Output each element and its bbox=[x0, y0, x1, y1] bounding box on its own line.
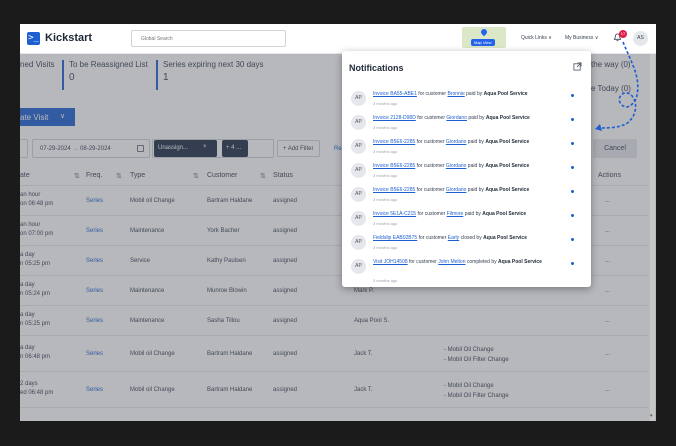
notification-avatar: AP bbox=[351, 187, 366, 202]
notification-avatar: AP bbox=[351, 163, 366, 178]
notification-item[interactable]: AP Visit JOH14508 for customer John Melto… bbox=[342, 257, 591, 283]
notification-item[interactable]: AP Invoice B5E6-2285 for customer Giordan… bbox=[342, 137, 591, 161]
device-frame: >_ Kickstart Global Search Map View Quic… bbox=[0, 0, 676, 446]
customer-link[interactable]: Bronnie bbox=[448, 91, 465, 97]
notification-link[interactable]: Invoice BA55-ABE1 bbox=[373, 91, 417, 97]
notification-link[interactable]: Invoice 2128-D98D bbox=[373, 115, 416, 121]
customer-link[interactable]: Early bbox=[448, 235, 459, 241]
scrollbar[interactable] bbox=[650, 54, 655, 421]
scroll-down-icon[interactable]: ▾ bbox=[650, 413, 653, 419]
notification-actor: Aqua Pool Service bbox=[485, 187, 530, 193]
app-name[interactable]: Kickstart bbox=[45, 32, 92, 44]
notification-actor: Aqua Pool Service bbox=[485, 163, 530, 169]
notification-item[interactable]: AP Invoice 5E1A-C215 for customer Filmore… bbox=[342, 209, 591, 233]
quick-links-menu[interactable]: Quick Links ∨ bbox=[521, 35, 552, 41]
notification-avatar: AP bbox=[351, 259, 366, 274]
customer-link[interactable]: Giordano bbox=[446, 139, 467, 145]
notifications-title: Notifications bbox=[349, 63, 404, 73]
notification-avatar: AP bbox=[351, 91, 366, 106]
notification-item[interactable]: AP Invoice 2128-D98D for customer Giordan… bbox=[342, 113, 591, 137]
notification-link[interactable]: Fieldslip EAB02B75 bbox=[373, 235, 417, 241]
customer-link[interactable]: Giordano bbox=[446, 187, 467, 193]
unread-dot-icon bbox=[571, 214, 574, 217]
notification-text: Fieldslip EAB02B75 for customer Early cl… bbox=[373, 235, 527, 241]
notification-actor: Aqua Pool Service bbox=[483, 235, 527, 241]
notification-actor: Aqua Pool Service bbox=[485, 115, 530, 121]
notification-item[interactable]: AP Invoice BA55-ABE1 for customer Bronnie… bbox=[342, 89, 591, 113]
notification-link[interactable]: Invoice B5E6-2285 bbox=[373, 139, 415, 145]
my-business-menu[interactable]: My Business ∨ bbox=[565, 35, 598, 41]
top-bar: >_ Kickstart Global Search Map View Quic… bbox=[20, 24, 656, 54]
user-avatar[interactable]: AS bbox=[633, 31, 648, 46]
notification-time: 3 months ago bbox=[373, 149, 398, 154]
notification-avatar: AP bbox=[351, 115, 366, 130]
notification-link[interactable]: Invoice B5E6-2285 bbox=[373, 163, 415, 169]
app-screen: >_ Kickstart Global Search Map View Quic… bbox=[20, 24, 656, 421]
notification-time: 3 months ago bbox=[373, 278, 398, 283]
unread-dot-icon bbox=[571, 190, 574, 193]
notification-text: Invoice B5E6-2285 for customer Giordano … bbox=[373, 163, 530, 169]
notification-text: Invoice 5E1A-C215 for customer Filmore p… bbox=[373, 211, 527, 217]
notification-actor: Aqua Pool Service bbox=[483, 91, 528, 97]
notification-text: Visit JOH14508 for customer John Melton … bbox=[373, 259, 542, 265]
notification-avatar: AP bbox=[351, 139, 366, 154]
notification-item[interactable]: AP Invoice B5E6-2285 for customer Giordan… bbox=[342, 185, 591, 209]
notification-actor: Aqua Pool Service bbox=[482, 211, 527, 217]
notification-count-badge: 17 bbox=[619, 30, 627, 38]
notification-item[interactable]: AP Invoice B5E6-2285 for customer Giordan… bbox=[342, 161, 591, 185]
notification-link[interactable]: Invoice B5E6-2285 bbox=[373, 187, 415, 193]
notification-time: 3 months ago bbox=[373, 197, 398, 202]
unread-dot-icon bbox=[571, 118, 574, 121]
notification-time: 3 months ago bbox=[373, 173, 398, 178]
notification-actor: Aqua Pool Service bbox=[498, 259, 542, 265]
notification-text: Invoice BA55-ABE1 for customer Bronnie p… bbox=[373, 91, 528, 97]
customer-link[interactable]: Giordano bbox=[446, 115, 467, 121]
unread-dot-icon bbox=[571, 262, 574, 265]
notification-avatar: AP bbox=[351, 211, 366, 226]
notification-item[interactable]: AP Fieldslip EAB02B75 for customer Early … bbox=[342, 233, 591, 257]
unread-dot-icon bbox=[571, 94, 574, 97]
logo-icon: >_ bbox=[27, 32, 40, 45]
notification-text: Invoice 2128-D98D for customer Giordano … bbox=[373, 115, 530, 121]
global-search-input[interactable]: Global Search bbox=[131, 30, 286, 47]
notification-time: 3 months ago bbox=[373, 221, 398, 226]
customer-link[interactable]: Giordano bbox=[446, 163, 467, 169]
open-external-icon[interactable] bbox=[573, 62, 582, 71]
notification-text: Invoice B5E6-2285 for customer Giordano … bbox=[373, 139, 530, 145]
unread-dot-icon bbox=[571, 166, 574, 169]
notification-time: 3 months ago bbox=[373, 101, 398, 106]
notification-link[interactable]: Invoice 5E1A-C215 bbox=[373, 211, 416, 217]
customer-link[interactable]: John Melton bbox=[438, 259, 465, 265]
notification-avatar: AP bbox=[351, 235, 366, 250]
notification-link[interactable]: Visit JOH14508 bbox=[373, 259, 408, 265]
map-view-button[interactable]: Map View bbox=[462, 27, 506, 48]
notifications-panel: Notifications AP Invoice BA55-ABE1 for cu… bbox=[342, 51, 591, 287]
map-pin-icon bbox=[479, 27, 489, 37]
unread-dot-icon bbox=[571, 142, 574, 145]
notification-text: Invoice B5E6-2285 for customer Giordano … bbox=[373, 187, 530, 193]
notification-time: 3 months ago bbox=[373, 125, 398, 130]
unread-dot-icon bbox=[571, 238, 574, 241]
notification-actor: Aqua Pool Service bbox=[485, 139, 530, 145]
notification-time: 3 months ago bbox=[373, 245, 398, 250]
customer-link[interactable]: Filmore bbox=[447, 211, 464, 217]
map-view-label: Map View bbox=[471, 39, 495, 46]
